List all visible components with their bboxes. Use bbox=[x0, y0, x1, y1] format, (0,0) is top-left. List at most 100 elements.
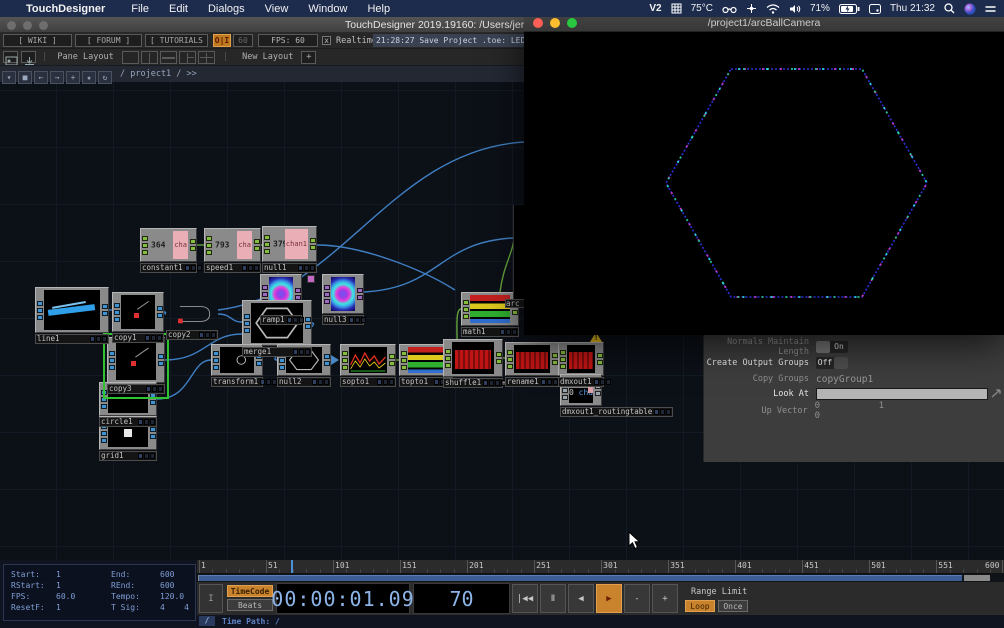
play-reverse-button[interactable]: ◀ bbox=[568, 584, 594, 613]
temperature-status[interactable]: 75°C bbox=[691, 3, 713, 14]
output-connectors[interactable] bbox=[495, 340, 502, 376]
input-connectors[interactable] bbox=[141, 229, 148, 261]
timeline-scroll-strip[interactable] bbox=[197, 574, 1004, 582]
step-back-button[interactable]: - bbox=[624, 584, 650, 613]
menu-item-window[interactable]: Window bbox=[298, 3, 357, 15]
pane-maximize-icon[interactable] bbox=[3, 51, 18, 63]
layout-preset-hsplit[interactable] bbox=[160, 51, 177, 64]
layout-preset-vsplit[interactable] bbox=[141, 51, 158, 64]
node-label-transform1[interactable]: transform1 bbox=[211, 377, 263, 387]
siri-icon[interactable] bbox=[964, 3, 976, 15]
grid-icon[interactable] bbox=[671, 3, 682, 14]
node-label-ramp1[interactable]: ramp1 bbox=[260, 315, 302, 325]
time-path-slash-chip[interactable]: / bbox=[199, 616, 215, 626]
fps-field[interactable]: FPS: 60 bbox=[258, 34, 318, 47]
node-label-shuffle1[interactable]: shuffle1+ bbox=[443, 378, 503, 388]
node-label-math1[interactable]: math1 bbox=[461, 327, 519, 337]
menu-item-view[interactable]: View bbox=[255, 3, 299, 15]
node-label-copy3[interactable]: copy3 bbox=[107, 384, 165, 394]
add-layout-button[interactable]: + bbox=[301, 51, 316, 64]
node-label-sopto1[interactable]: sopto1 bbox=[340, 377, 396, 387]
node-label-speed1[interactable]: speed1 bbox=[204, 263, 261, 273]
layout-preset-quad[interactable] bbox=[198, 51, 215, 64]
node-rename1[interactable] bbox=[505, 342, 559, 376]
param-arrow-icon[interactable] bbox=[991, 388, 1003, 401]
timeline-ruler[interactable]: 151101151201251301351401451501551600 bbox=[197, 560, 1004, 574]
layout-preset-three[interactable] bbox=[179, 51, 196, 64]
input-connectors[interactable] bbox=[341, 345, 348, 375]
pane-anchor-icon[interactable] bbox=[21, 51, 36, 63]
back-icon[interactable]: ← bbox=[34, 71, 48, 84]
battery-icon[interactable] bbox=[839, 4, 860, 14]
minimize-button[interactable] bbox=[550, 18, 560, 28]
once-button[interactable]: Once bbox=[718, 600, 748, 612]
glasses-icon[interactable] bbox=[722, 4, 737, 14]
move-icon[interactable] bbox=[746, 3, 757, 14]
node-label-null3[interactable]: null3 bbox=[322, 315, 364, 325]
add-icon[interactable]: + bbox=[66, 71, 80, 84]
layout-preset-single[interactable] bbox=[122, 51, 139, 64]
search-icon[interactable] bbox=[944, 3, 955, 14]
stop-icon[interactable]: ■ bbox=[18, 71, 32, 84]
look-at-field[interactable] bbox=[816, 388, 988, 400]
output-connectors[interactable] bbox=[304, 301, 311, 345]
output-connectors[interactable] bbox=[189, 229, 196, 261]
menu-item-edit[interactable]: Edit bbox=[159, 3, 198, 15]
node-line1[interactable] bbox=[35, 287, 109, 333]
node-null1[interactable]: 3793chan1 bbox=[262, 226, 317, 262]
output-connectors[interactable] bbox=[596, 343, 603, 375]
output-connectors[interactable] bbox=[388, 345, 395, 375]
input-connectors[interactable] bbox=[243, 301, 250, 345]
node-speed1[interactable]: 793cha bbox=[204, 228, 261, 262]
node-label-null2[interactable]: null2 bbox=[277, 377, 331, 387]
arcball-camera-window[interactable]: /project1/arcBallCamera bbox=[524, 14, 1004, 335]
node-label-dmxout1_routingtable[interactable]: dmxout1_routingtable bbox=[560, 407, 673, 417]
output-connectors[interactable] bbox=[101, 288, 108, 332]
screenshot-icon[interactable] bbox=[869, 4, 881, 14]
input-connectors[interactable] bbox=[462, 293, 469, 325]
node-label-null1[interactable]: null1 bbox=[262, 263, 317, 273]
pause-button[interactable]: Ⅱ bbox=[540, 584, 566, 613]
timecode-mode-button[interactable]: TimeCode bbox=[227, 585, 273, 597]
viewer-flag[interactable] bbox=[307, 275, 315, 283]
step-forward-button[interactable]: + bbox=[652, 584, 678, 613]
loop-button[interactable]: Loop bbox=[685, 600, 715, 612]
scroll-cap-right[interactable] bbox=[964, 575, 990, 581]
output-input-toggle[interactable]: O|I bbox=[213, 34, 231, 47]
node-sopto1[interactable] bbox=[340, 344, 396, 376]
bookmark-icon[interactable]: ★ bbox=[82, 71, 96, 84]
toggle-on[interactable]: On bbox=[816, 341, 848, 353]
input-connectors[interactable] bbox=[113, 293, 120, 331]
input-connectors[interactable] bbox=[400, 345, 407, 375]
menu-item-file[interactable]: File bbox=[121, 3, 159, 15]
node-label-constant1[interactable]: constant1 bbox=[140, 263, 197, 273]
clock[interactable]: Thu 21:32 bbox=[890, 3, 935, 14]
node-label-grid1[interactable]: grid1 bbox=[99, 451, 157, 461]
node-copy1[interactable] bbox=[112, 292, 164, 332]
network-path-breadcrumb[interactable]: / project1 / >> bbox=[120, 69, 197, 79]
close-button[interactable] bbox=[533, 18, 543, 28]
output-connectors[interactable] bbox=[156, 293, 163, 331]
tutorials-button[interactable]: [ TUTORIALS ] bbox=[145, 34, 208, 47]
menu-item-help[interactable]: Help bbox=[357, 3, 400, 15]
toggle-off[interactable]: Off bbox=[816, 357, 848, 369]
notification-center-icon[interactable] bbox=[985, 4, 996, 14]
node-label-merge1[interactable]: merge1 bbox=[242, 347, 312, 357]
vector-values[interactable]: 010 bbox=[815, 401, 1004, 421]
node-label-rename1[interactable]: rename1 bbox=[505, 377, 559, 387]
play-button[interactable]: ▶ bbox=[596, 584, 622, 613]
node-label-line1[interactable]: line1 bbox=[35, 334, 109, 344]
refresh-icon[interactable]: ↻ bbox=[98, 71, 112, 84]
sync-mode-button[interactable]: I bbox=[199, 584, 223, 613]
v2-menu-icon[interactable]: V2 bbox=[649, 3, 661, 14]
node-math1[interactable] bbox=[461, 292, 519, 326]
input-connectors[interactable] bbox=[444, 340, 451, 376]
app-menu[interactable]: TouchDesigner bbox=[26, 3, 121, 15]
node-label-copy1[interactable]: copy1 bbox=[112, 333, 164, 343]
menu-item-dialogs[interactable]: Dialogs bbox=[198, 3, 255, 15]
output-connectors[interactable] bbox=[356, 275, 363, 313]
node-constant1[interactable]: 364cha bbox=[140, 228, 197, 262]
node-copy2[interactable] bbox=[166, 299, 218, 329]
fps-alt-button[interactable]: 60 bbox=[233, 34, 253, 47]
output-connectors[interactable] bbox=[323, 345, 330, 375]
